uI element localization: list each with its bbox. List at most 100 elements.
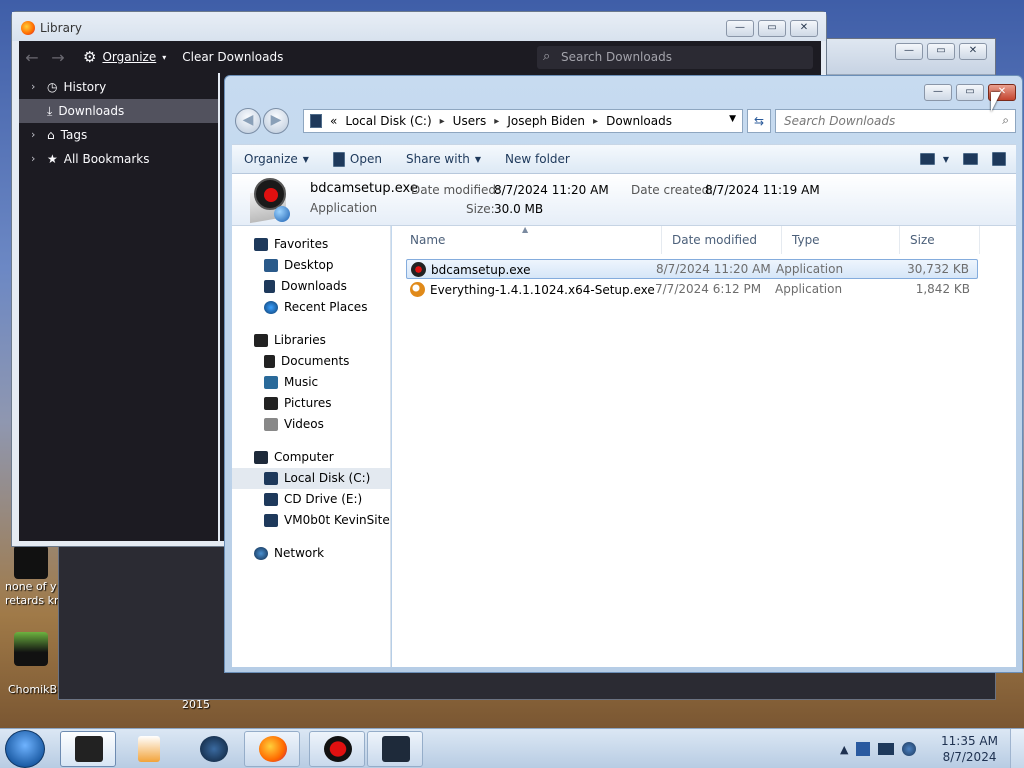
- nav-cd-drive[interactable]: CD Drive (E:): [232, 489, 390, 510]
- organize-menu[interactable]: ⚙ Organize ▾: [83, 48, 166, 66]
- taskbar-item-firefox[interactable]: [244, 731, 300, 767]
- maximize-button[interactable]: ▭: [927, 43, 955, 60]
- nav-label: Computer: [274, 450, 334, 464]
- back-button[interactable]: ◀: [235, 108, 261, 134]
- explorer-search-input[interactable]: Search Downloads ⌕: [775, 109, 1016, 133]
- nav-network[interactable]: Network: [232, 543, 390, 564]
- breadcrumb-local-disk[interactable]: Local Disk (C:) ▸: [345, 114, 444, 128]
- taskbar-item-monitor[interactable]: [367, 731, 423, 767]
- new-folder-button[interactable]: New folder: [493, 152, 582, 166]
- sidebar-item-all-bookmarks[interactable]: › ★ All Bookmarks: [19, 147, 218, 171]
- help-icon[interactable]: [992, 152, 1006, 166]
- sidebar-item-label: Downloads: [58, 104, 125, 118]
- nav-videos[interactable]: Videos: [232, 414, 390, 435]
- command-bar: Organize ▼ Open Share with ▼ New folder ▼: [232, 144, 1016, 174]
- details-size-value: 30.0 MB: [494, 202, 544, 216]
- chevron-up-icon[interactable]: ▲: [840, 743, 848, 756]
- library-close-button[interactable]: ✕: [790, 20, 818, 37]
- search-icon: ⌕: [1002, 113, 1009, 127]
- column-header-date[interactable]: Date modified: [662, 226, 782, 254]
- nav-label: VM0b0t KevinSite: [284, 513, 390, 527]
- sidebar-item-downloads[interactable]: ⤓ Downloads: [19, 99, 218, 123]
- nav-pictures[interactable]: Pictures: [232, 393, 390, 414]
- nav-libraries[interactable]: Libraries: [232, 330, 390, 351]
- nav-documents[interactable]: Documents: [232, 351, 390, 372]
- share-with-button[interactable]: Share with ▼: [394, 152, 493, 166]
- details-created-label: Date created:: [631, 183, 714, 197]
- explorer-minimize-button[interactable]: —: [924, 84, 952, 101]
- desktop-shortcut-icon[interactable]: [14, 545, 48, 579]
- chevron-down-icon: ▼: [302, 154, 309, 164]
- music-icon: [264, 376, 278, 389]
- desktop-chomik-icon[interactable]: [14, 632, 48, 666]
- table-row[interactable]: Everything-1.4.1.1024.x64-Setup.exe 7/7/…: [406, 280, 978, 300]
- explorer-maximize-button[interactable]: ▭: [956, 84, 984, 101]
- nav-computer[interactable]: Computer: [232, 447, 390, 468]
- refresh-button[interactable]: ⇆: [747, 109, 771, 133]
- recent-places-icon: [264, 301, 278, 314]
- column-header-type[interactable]: Type: [782, 226, 900, 254]
- nav-label: Pictures: [284, 396, 332, 410]
- explorer-titlebar: — ▭ ✕: [225, 76, 1022, 106]
- sidebar-item-tags[interactable]: › ⌂ Tags: [19, 123, 218, 147]
- address-row: ◀ ▶ « Local Disk (C:) ▸ Users ▸ Joseph Bid…: [233, 106, 1017, 136]
- taskbar-item-globe[interactable]: [185, 731, 241, 767]
- library-search-input[interactable]: ⌕ Search Downloads: [537, 46, 813, 69]
- start-button[interactable]: [5, 730, 45, 768]
- chevron-right-icon[interactable]: ▸: [440, 116, 445, 127]
- chevron-down-icon: ▼: [942, 154, 949, 164]
- nav-downloads[interactable]: Downloads: [232, 276, 390, 297]
- column-header-name[interactable]: Name: [400, 226, 662, 254]
- close-button[interactable]: ✕: [959, 43, 987, 60]
- address-bar[interactable]: « Local Disk (C:) ▸ Users ▸ Joseph Biden ▸ …: [303, 109, 743, 133]
- library-sidebar: › ◷ History ⤓ Downloads › ⌂ Tags › ★ All…: [19, 73, 218, 541]
- volume-icon[interactable]: [902, 742, 917, 756]
- nav-local-disk[interactable]: Local Disk (C:): [232, 468, 390, 489]
- nav-favorites[interactable]: Favorites: [232, 234, 390, 255]
- table-row[interactable]: bdcamsetup.exe 8/7/2024 11:20 AM Applica…: [406, 259, 978, 279]
- change-view-button[interactable]: ▼: [919, 153, 949, 165]
- chevron-right-icon[interactable]: ▸: [494, 116, 499, 127]
- network-tray-icon[interactable]: [878, 743, 895, 755]
- file-size: 30,732 KB: [907, 262, 969, 276]
- chevron-down-icon[interactable]: ▼: [729, 114, 736, 124]
- back-arrow-icon[interactable]: ←: [19, 48, 45, 67]
- forward-arrow-icon[interactable]: →: [45, 48, 71, 67]
- address-overflow[interactable]: «: [330, 114, 337, 128]
- star-icon: [254, 238, 268, 251]
- nav-music[interactable]: Music: [232, 372, 390, 393]
- nav-recent-places[interactable]: Recent Places: [232, 297, 390, 318]
- preview-pane-icon[interactable]: [963, 153, 978, 165]
- show-desktop-button[interactable]: [1010, 729, 1024, 768]
- library-minimize-button[interactable]: —: [726, 20, 754, 37]
- organize-button[interactable]: Organize ▼: [232, 152, 321, 166]
- nav-desktop[interactable]: Desktop: [232, 255, 390, 276]
- desktop-text-2: retards kn: [5, 594, 61, 607]
- breadcrumb-joseph-biden[interactable]: Joseph Biden ▸: [507, 114, 598, 128]
- open-button[interactable]: Open: [321, 151, 394, 167]
- library-maximize-button[interactable]: ▭: [758, 20, 786, 37]
- forward-button[interactable]: ▶: [263, 108, 289, 134]
- tray-app-icon[interactable]: [856, 742, 871, 756]
- minimize-button[interactable]: —: [895, 43, 923, 60]
- clear-downloads-button[interactable]: Clear Downloads: [182, 50, 283, 64]
- taskbar-item-media-player[interactable]: [120, 731, 176, 767]
- nav-vm-share[interactable]: VM0b0t KevinSite: [232, 510, 390, 531]
- column-header-size[interactable]: Size: [900, 226, 980, 254]
- nav-label: Libraries: [274, 333, 326, 347]
- network-icon: [254, 547, 268, 560]
- explorer-icon: [75, 736, 103, 762]
- clock[interactable]: 11:35 AM 8/7/2024: [941, 733, 998, 765]
- organize-label: Organize: [244, 152, 298, 166]
- taskbar: ▲ 11:35 AM 8/7/2024: [0, 728, 1024, 768]
- nav-label: Desktop: [284, 258, 334, 272]
- sidebar-item-history[interactable]: › ◷ History: [19, 75, 218, 99]
- chevron-right-icon[interactable]: ▸: [593, 116, 598, 127]
- breadcrumb-users[interactable]: Users ▸: [453, 114, 500, 128]
- taskbar-item-explorer[interactable]: [60, 731, 116, 767]
- breadcrumb-downloads[interactable]: Downloads: [606, 114, 672, 128]
- organize-label: Organize: [102, 50, 157, 64]
- everything-file-icon: [410, 282, 425, 297]
- taskbar-item-bandicam[interactable]: [309, 731, 365, 767]
- desktop-year: 2015: [182, 698, 210, 711]
